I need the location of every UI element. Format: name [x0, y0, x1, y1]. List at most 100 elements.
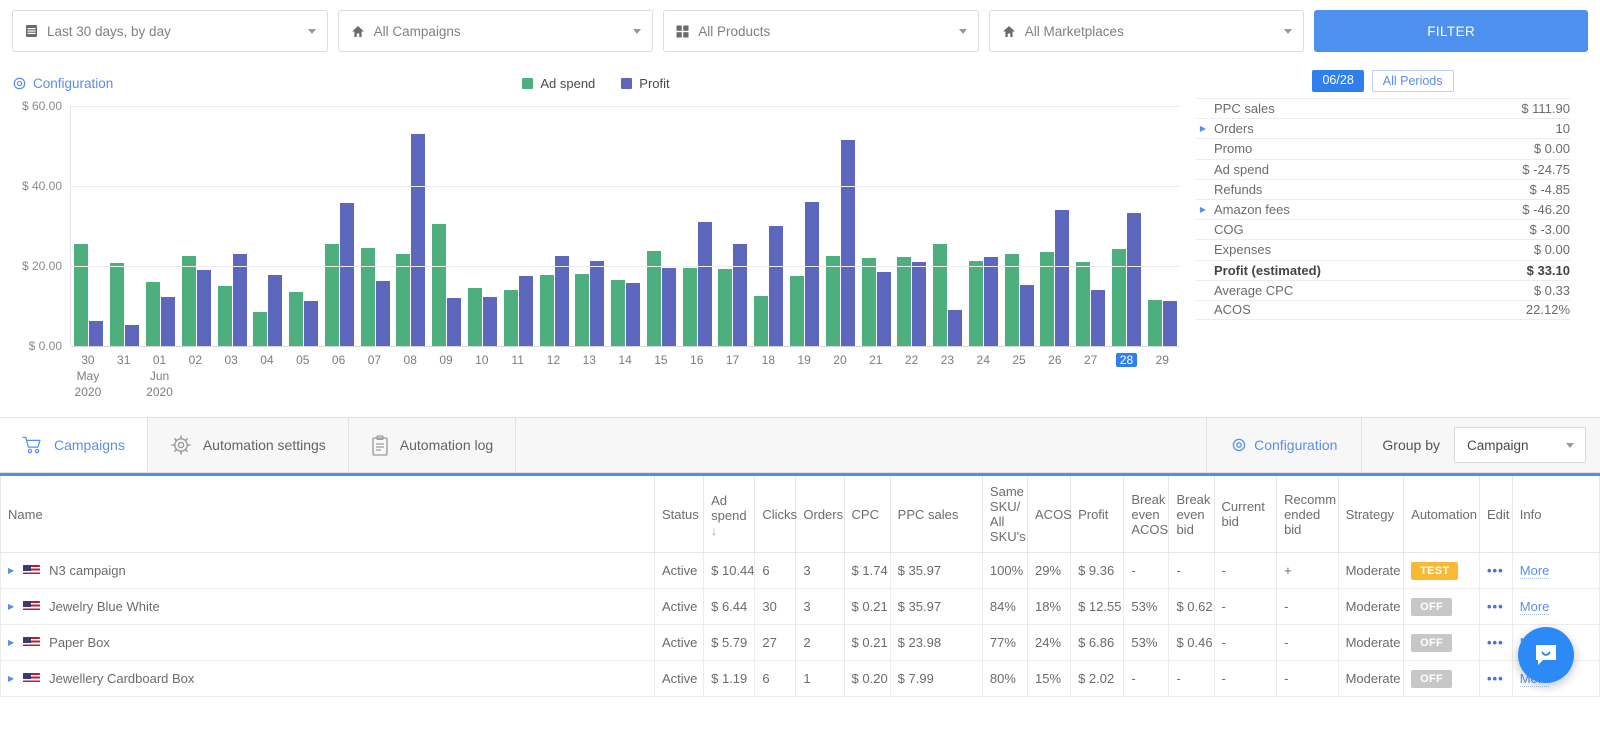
marketplaces-select[interactable]: All Marketplaces: [988, 10, 1305, 52]
table-column-header[interactable]: Break even ACOS: [1123, 476, 1170, 553]
x-axis-tick[interactable]: 31: [106, 346, 142, 404]
campaign-name-cell[interactable]: ▶ Paper Box: [0, 624, 655, 661]
cell-info[interactable]: More: [1511, 552, 1600, 589]
x-axis-tick[interactable]: 08: [392, 346, 428, 404]
bar-profit[interactable]: [339, 202, 354, 346]
group-by-select[interactable]: Campaign: [1454, 427, 1586, 463]
bar-group[interactable]: [250, 106, 286, 346]
period-tab[interactable]: 06/28: [1312, 70, 1364, 92]
bar-ad-spend[interactable]: [682, 268, 697, 346]
bar-profit[interactable]: [196, 270, 211, 346]
campaign-name-cell[interactable]: ▶ Jewellery Cardboard Box: [0, 660, 655, 697]
bar-profit[interactable]: [948, 310, 963, 346]
x-axis-tick[interactable]: 19: [786, 346, 822, 404]
bar-group[interactable]: [357, 106, 393, 346]
tab-automation-settings[interactable]: Automation settings: [148, 418, 349, 472]
bar-group[interactable]: [751, 106, 787, 346]
cell-edit[interactable]: •••: [1479, 624, 1513, 661]
bar-profit[interactable]: [1162, 301, 1177, 346]
table-row[interactable]: ▶ N3 campaign Active $ 10.44 6 3 $ 1.74 $ 35.97…: [0, 552, 1600, 589]
automation-badge[interactable]: OFF: [1411, 633, 1453, 652]
expand-arrow-icon[interactable]: ▶: [1196, 124, 1210, 133]
bar-ad-spend[interactable]: [790, 276, 805, 346]
x-axis-tick[interactable]: 04: [249, 346, 285, 404]
bar-profit[interactable]: [482, 296, 497, 346]
x-axis-tick[interactable]: 26: [1037, 346, 1073, 404]
table-column-header[interactable]: PPC sales: [889, 476, 983, 553]
bar-profit[interactable]: [912, 262, 927, 346]
x-axis-tick[interactable]: 20: [822, 346, 858, 404]
bar-group[interactable]: [536, 106, 572, 346]
cell-edit[interactable]: •••: [1479, 660, 1513, 697]
bar-ad-spend[interactable]: [324, 244, 339, 346]
bar-group[interactable]: [608, 106, 644, 346]
cell-automation[interactable]: TEST: [1403, 552, 1480, 589]
table-row[interactable]: ▶ Paper Box Active $ 5.79 27 2 $ 0.21 $ 23.98 77…: [0, 624, 1600, 661]
bar-profit[interactable]: [1055, 210, 1070, 346]
chat-bubble-icon[interactable]: [1518, 627, 1574, 683]
bar-group[interactable]: [894, 106, 930, 346]
bar-group[interactable]: [214, 106, 250, 346]
x-axis-tick[interactable]: 01 Jun 2020: [142, 346, 178, 404]
legend-item[interactable]: Ad spend: [522, 76, 595, 91]
expand-row-icon[interactable]: ▶: [8, 674, 14, 683]
expand-arrow-icon[interactable]: ▶: [1196, 205, 1210, 214]
cell-edit[interactable]: •••: [1479, 588, 1513, 625]
bar-profit[interactable]: [697, 222, 712, 346]
bar-group[interactable]: [715, 106, 751, 346]
bar-group[interactable]: [71, 106, 107, 346]
bar-profit[interactable]: [876, 271, 891, 346]
bar-profit[interactable]: [733, 244, 748, 346]
bar-ad-spend[interactable]: [110, 262, 125, 346]
x-axis-tick[interactable]: 05: [285, 346, 321, 404]
bar-group[interactable]: [1001, 106, 1037, 346]
bar-ad-spend[interactable]: [861, 258, 876, 346]
table-column-header[interactable]: Info: [1511, 476, 1600, 553]
table-column-header[interactable]: Status: [653, 476, 705, 553]
table-column-header[interactable]: Strategy: [1337, 476, 1405, 553]
x-axis-tick[interactable]: 15: [643, 346, 679, 404]
bar-group[interactable]: [572, 106, 608, 346]
x-axis-tick[interactable]: 03: [213, 346, 249, 404]
bar-ad-spend[interactable]: [1076, 262, 1091, 346]
x-axis-tick[interactable]: 11: [500, 346, 536, 404]
bar-group[interactable]: [143, 106, 179, 346]
bar-group[interactable]: [930, 106, 966, 346]
bar-profit[interactable]: [375, 281, 390, 346]
bar-profit[interactable]: [411, 134, 426, 346]
stat-row[interactable]: ▶ Orders 10: [1196, 118, 1570, 138]
bar-profit[interactable]: [626, 282, 641, 346]
bar-ad-spend[interactable]: [467, 288, 482, 346]
x-axis-tick[interactable]: 06: [321, 346, 357, 404]
cell-automation[interactable]: OFF: [1403, 660, 1480, 697]
bar-group[interactable]: [107, 106, 143, 346]
automation-badge[interactable]: TEST: [1411, 561, 1459, 580]
bar-group[interactable]: [679, 106, 715, 346]
x-axis-tick[interactable]: 29: [1144, 346, 1180, 404]
x-axis-tick[interactable]: 02: [177, 346, 213, 404]
bar-ad-spend[interactable]: [181, 256, 196, 346]
x-axis-tick[interactable]: 17: [715, 346, 751, 404]
campaigns-select[interactable]: All Campaigns: [337, 10, 654, 52]
bar-ad-spend[interactable]: [1112, 248, 1127, 346]
bar-profit[interactable]: [518, 276, 533, 346]
bar-group[interactable]: [858, 106, 894, 346]
bar-ad-spend[interactable]: [933, 244, 948, 346]
cell-automation[interactable]: OFF: [1403, 588, 1480, 625]
bar-group[interactable]: [429, 106, 465, 346]
bar-profit[interactable]: [983, 257, 998, 346]
more-options-icon[interactable]: •••: [1487, 635, 1504, 650]
bar-ad-spend[interactable]: [897, 256, 912, 346]
bar-group[interactable]: [787, 106, 823, 346]
tab-campaigns[interactable]: Campaigns: [0, 418, 148, 472]
table-column-header[interactable]: Orders: [795, 476, 845, 553]
bar-ad-spend[interactable]: [575, 274, 590, 346]
x-axis-tick[interactable]: 07: [357, 346, 393, 404]
table-column-header[interactable]: Automation: [1403, 476, 1480, 553]
bar-group[interactable]: [1073, 106, 1109, 346]
period-tab[interactable]: All Periods: [1371, 70, 1454, 92]
bar-group[interactable]: [1109, 106, 1145, 346]
bar-group[interactable]: [966, 106, 1002, 346]
x-axis-tick[interactable]: 09: [428, 346, 464, 404]
bar-ad-spend[interactable]: [539, 274, 554, 346]
